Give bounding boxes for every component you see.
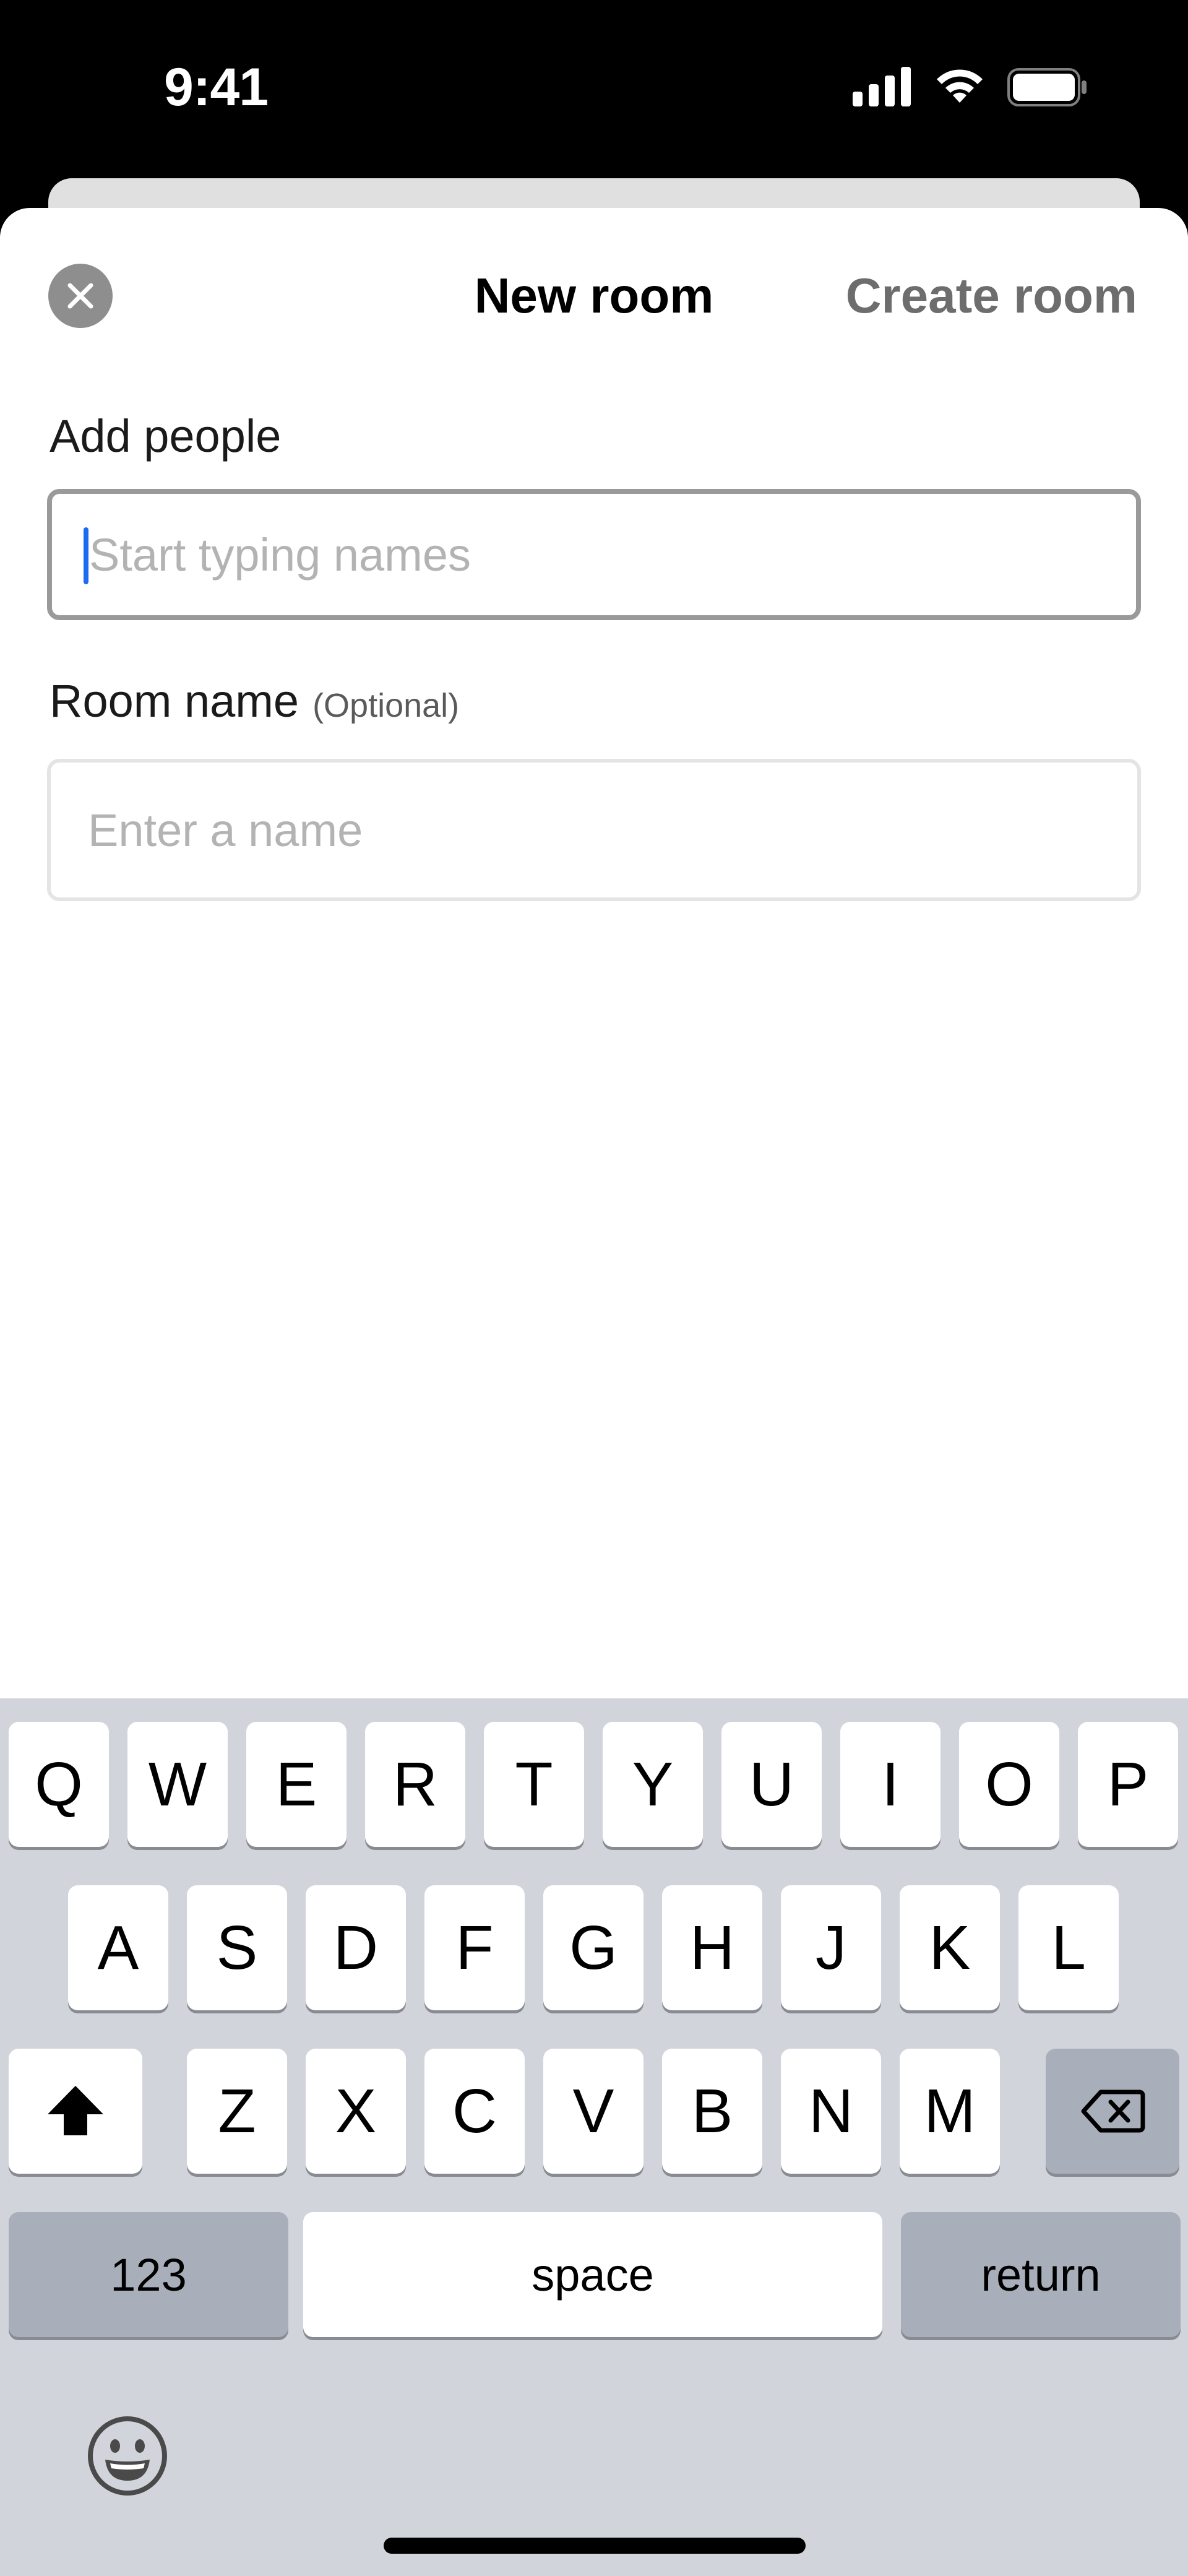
key-f[interactable]: F <box>424 1885 525 2010</box>
battery-icon <box>1007 68 1087 106</box>
key-g[interactable]: G <box>543 1885 644 2010</box>
key-v[interactable]: V <box>543 2049 644 2174</box>
key-l[interactable]: L <box>1018 1885 1119 2010</box>
add-people-input[interactable] <box>47 489 1141 620</box>
room-name-input[interactable] <box>47 759 1141 901</box>
key-r[interactable]: R <box>365 1722 465 1847</box>
return-key[interactable]: return <box>901 2212 1181 2337</box>
key-b[interactable]: B <box>662 2049 762 2174</box>
backspace-icon <box>1081 2090 1145 2133</box>
status-time: 9:41 <box>164 58 269 117</box>
key-n[interactable]: N <box>781 2049 881 2174</box>
key-t[interactable]: T <box>484 1722 584 1847</box>
key-k[interactable]: K <box>900 1885 1000 2010</box>
key-d[interactable]: D <box>306 1885 406 2010</box>
home-indicator <box>384 2538 806 2554</box>
key-s[interactable]: S <box>187 1885 287 2010</box>
key-m[interactable]: M <box>900 2049 1000 2174</box>
emoji-icon[interactable] <box>85 2414 170 2498</box>
key-u[interactable]: U <box>721 1722 822 1847</box>
key-j[interactable]: J <box>781 1885 881 2010</box>
key-x[interactable]: X <box>306 2049 406 2174</box>
key-z[interactable]: Z <box>187 2049 287 2174</box>
key-i[interactable]: I <box>840 1722 940 1847</box>
cellular-signal-icon <box>853 67 911 106</box>
shift-key[interactable] <box>9 2049 142 2174</box>
optional-hint: (Optional) <box>312 687 460 724</box>
create-room-button[interactable]: Create room <box>846 264 1137 328</box>
shift-icon <box>48 2086 103 2135</box>
add-people-label: Add people <box>50 410 282 462</box>
space-key[interactable]: space <box>303 2212 882 2337</box>
room-name-label-text: Room name <box>50 675 299 727</box>
key-y[interactable]: Y <box>603 1722 703 1847</box>
status-bar: 9:41 <box>0 0 1188 179</box>
key-c[interactable]: C <box>424 2049 525 2174</box>
key-a[interactable]: A <box>68 1885 168 2010</box>
key-w[interactable]: W <box>127 1722 228 1847</box>
key-p[interactable]: P <box>1078 1722 1178 1847</box>
key-h[interactable]: H <box>662 1885 762 2010</box>
key-o[interactable]: O <box>959 1722 1059 1847</box>
text-caret <box>84 527 88 584</box>
room-name-label: Room name (Optional) <box>50 675 459 727</box>
key-e[interactable]: E <box>246 1722 346 1847</box>
delete-key[interactable] <box>1046 2049 1179 2174</box>
numbers-key[interactable]: 123 <box>9 2212 288 2337</box>
wifi-icon <box>937 69 983 103</box>
key-q[interactable]: Q <box>9 1722 109 1847</box>
